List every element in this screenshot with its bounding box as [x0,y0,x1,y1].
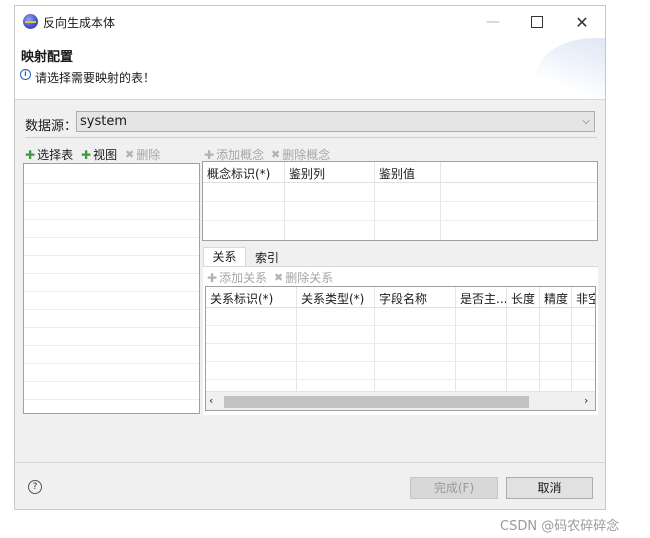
title-bar: 反向生成本体 — ✕ [15,6,605,38]
add-relation-label: 添加关系 [219,271,268,285]
header-row-line [206,307,595,308]
datasource-select[interactable]: system ⌵ [76,111,595,132]
finish-button[interactable]: 完成(F) [410,477,498,499]
list-row-line [24,345,199,346]
delete-icon: ✖ [125,148,135,161]
plus-icon: ✚ [25,147,36,162]
column-header-discriminator-column[interactable]: 鉴别列 [289,165,325,182]
plus-icon: ✚ [81,147,92,162]
horizontal-scrollbar[interactable]: ‹ › [206,391,595,410]
list-row-line [24,273,199,274]
close-icon: ✕ [575,12,589,32]
table-row-line [206,379,595,380]
relation-table[interactable]: 关系标识(*) 关系类型(*) 字段名称 是否主... 长度 精度 非空 ‹ › [205,286,596,411]
datasource-value: system [80,114,127,129]
list-row-line [24,255,199,256]
dialog-window: 反向生成本体 — ✕ 映射配置 i 请选择需要映射的表！ 数据源： system… [14,5,606,510]
maximize-icon [531,16,543,28]
table-row-line [206,325,595,326]
list-row-line [24,399,199,400]
list-row-line [24,237,199,238]
select-table-label: 选择表 [37,148,74,162]
table-row-line [203,220,597,221]
minimize-button[interactable]: — [471,6,515,38]
list-row-line [24,219,199,220]
datasource-label: 数据源： [25,119,78,134]
column-header-is-primary[interactable]: 是否主... [460,290,507,307]
maximize-button[interactable] [515,6,559,38]
list-row-line [24,183,199,184]
info-icon: i [20,69,31,80]
app-icon [23,14,38,29]
add-relation-button[interactable]: ✚ 添加关系 [207,269,267,286]
column-header-length[interactable]: 长度 [511,290,535,307]
select-table-button[interactable]: ✚ 选择表 [25,146,73,163]
table-row-line [206,361,595,362]
delete-icon: ✖ [271,148,281,161]
list-row-line [24,291,199,292]
page-title: 映射配置 [21,50,74,65]
plus-icon: ✚ [207,270,218,285]
list-row-line [24,309,199,310]
column-header-field-name[interactable]: 字段名称 [379,290,427,307]
view-button[interactable]: ✚ 视图 [81,146,117,163]
concept-table[interactable]: 概念标识(*) 鉴别列 鉴别值 [202,161,598,241]
list-row-line [24,381,199,382]
header-message: 请选择需要映射的表！ [35,71,156,85]
datasource-divider [25,137,597,138]
column-header-not-null[interactable]: 非空 [576,290,595,307]
table-row-line [203,201,597,202]
chevron-down-icon: ⌵ [582,116,590,127]
scroll-right-icon[interactable]: › [584,394,588,407]
view-label: 视图 [93,148,118,162]
list-row-line [24,363,199,364]
minimize-icon: — [486,14,500,30]
cancel-button[interactable]: 取消 [506,477,593,499]
table-list[interactable] [23,163,200,414]
column-header-concept-id[interactable]: 概念标识(*) [207,165,270,182]
delete-relation-label: 删除关系 [285,271,334,285]
delete-button[interactable]: ✖ 删除 [125,146,160,163]
list-row-line [24,201,199,202]
close-button[interactable]: ✕ [560,6,604,38]
window-title: 反向生成本体 [43,16,116,30]
watermark: CSDN @码农碎碎念 [500,519,620,534]
tab-indexes[interactable]: 索引 [247,249,287,267]
header-row-line [203,182,597,183]
column-header-relation-type[interactable]: 关系类型(*) [301,290,364,307]
column-header-discriminator-value[interactable]: 鉴别值 [379,165,415,182]
delete-icon: ✖ [274,271,284,284]
delete-label: 删除 [136,148,161,162]
column-header-precision[interactable]: 精度 [544,290,568,307]
delete-relation-button[interactable]: ✖ 删除关系 [274,269,333,286]
scrollbar-thumb[interactable] [224,396,529,408]
table-row-line [206,343,595,344]
scroll-left-icon[interactable]: ‹ [209,394,213,407]
tab-relations[interactable]: 关系 [203,247,246,267]
column-header-relation-id[interactable]: 关系标识(*) [210,290,273,307]
help-icon[interactable]: ? [28,480,42,494]
list-row-line [24,327,199,328]
plus-icon: ✚ [204,147,215,162]
